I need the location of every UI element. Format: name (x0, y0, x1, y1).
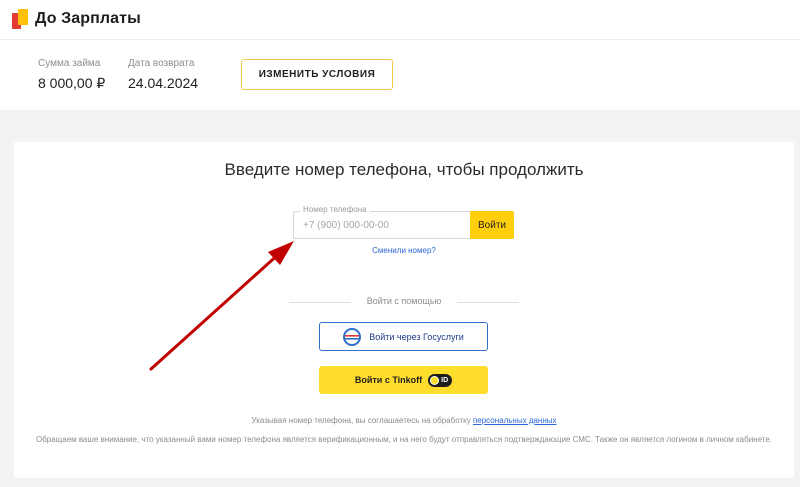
consent-text: Указывая номер телефона, вы соглашаетесь… (14, 416, 794, 425)
gosuslugi-icon (343, 327, 362, 346)
consent-prefix: Указывая номер телефона, вы соглашаетесь… (251, 416, 473, 425)
brand-logo-icon (12, 9, 29, 29)
phone-field[interactable]: Номер телефона (293, 205, 470, 239)
change-conditions-button[interactable]: ИЗМЕНИТЬ УСЛОВИЯ (241, 59, 393, 90)
return-date: Дата возврата 24.04.2024 (128, 58, 198, 91)
gosuslugi-login-label: Войти через Госуслуги (369, 331, 464, 342)
alt-login-label: Войти с помощью (366, 296, 442, 306)
login-card: Введите номер телефона, чтобы продолжить… (14, 142, 794, 478)
gosuslugi-login-button[interactable]: Войти через Госуслуги (319, 322, 488, 351)
verification-notice: Обращаем ваше внимание, что указанный ва… (35, 435, 773, 444)
tinkoff-login-label: Войти с Tinkoff (354, 375, 423, 385)
top-header: До Зарплаты (0, 0, 800, 40)
brand-name: До Зарплаты (35, 10, 141, 27)
changed-number-link[interactable]: Сменили номер? (14, 246, 794, 255)
loan-amount-value: 8 000,00 ₽ (38, 75, 106, 91)
tinkoff-shield-icon (430, 375, 440, 385)
login-button[interactable]: Войти (470, 211, 514, 239)
return-date-value: 24.04.2024 (128, 75, 199, 91)
page-title: Введите номер телефона, чтобы продолжить (224, 160, 584, 179)
tinkoff-id-badge: ID (428, 373, 453, 387)
return-date-label: Дата возврата (128, 58, 195, 69)
tinkoff-login-button[interactable]: Войти с Tinkoff ID (319, 366, 488, 394)
tinkoff-id-label: ID (441, 376, 449, 384)
loan-summary: Сумма займа 8 000,00 ₽ Дата возврата 24.… (0, 40, 800, 110)
personal-data-link[interactable]: персональных данных (473, 416, 557, 425)
phone-input[interactable] (294, 212, 470, 238)
loan-amount-label: Сумма займа (38, 58, 101, 69)
divider-line-right (457, 302, 519, 303)
brand-logo[interactable]: До Зарплаты (12, 9, 141, 29)
loan-amount: Сумма займа 8 000,00 ₽ (38, 58, 105, 92)
alt-login-divider: Войти с помощью (289, 296, 519, 308)
